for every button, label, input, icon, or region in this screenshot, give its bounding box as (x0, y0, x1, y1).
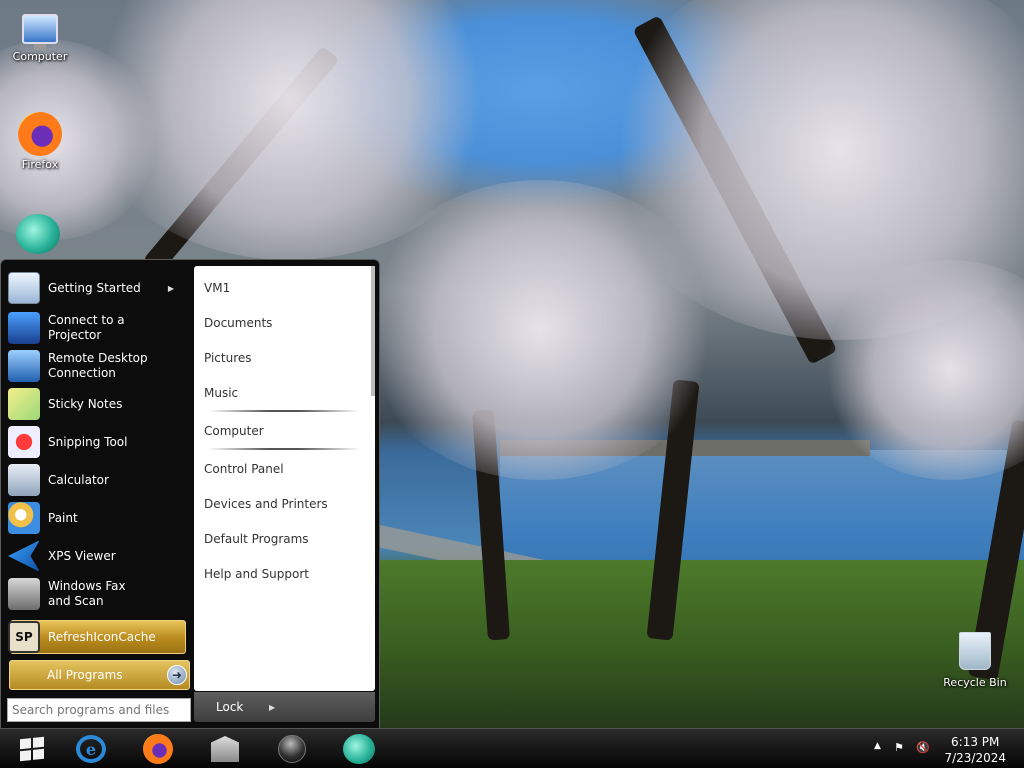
internet-explorer-icon: e (76, 735, 106, 763)
place-music[interactable]: Music (204, 386, 238, 400)
program-refresh-icon-cache[interactable]: SP RefreshIconCache (8, 619, 188, 655)
program-remote-desktop[interactable]: Remote Desktop Connection (8, 348, 188, 384)
program-paint[interactable]: Paint (8, 500, 188, 536)
getting-started-icon (8, 272, 40, 304)
place-control-panel[interactable]: Control Panel (204, 462, 284, 476)
desktop-icon-computer[interactable]: Computer (0, 14, 80, 63)
windows-logo-icon (20, 736, 44, 762)
system-tray: ▲ ⚑ 🔇 6:13 PM 7/23/2024 (864, 729, 1024, 768)
taskbar-internet-explorer[interactable]: e (66, 731, 116, 767)
start-menu: Getting Started ▶ Connect to a Projector… (0, 259, 380, 728)
places-scrollbar[interactable] (371, 266, 375, 396)
submenu-arrow-icon: ▶ (167, 284, 174, 293)
desktop-icon-firefox[interactable]: Firefox (0, 112, 80, 171)
place-user-folder[interactable]: VM1 (204, 281, 230, 295)
program-label: Sticky Notes (48, 396, 123, 411)
volume-muted-icon[interactable]: 🔇 (916, 741, 930, 754)
program-label: Getting Started (48, 280, 141, 295)
remote-desktop-icon (8, 350, 40, 382)
power-options-arrow-icon[interactable]: ▶ (269, 703, 275, 712)
place-pictures[interactable]: Pictures (204, 351, 252, 365)
firefox-icon (143, 734, 173, 764)
taskbar-library[interactable] (200, 731, 250, 767)
all-programs-button[interactable]: All Programs ➜ (9, 660, 190, 690)
place-devices-and-printers[interactable]: Devices and Printers (204, 497, 328, 511)
firefox-icon (18, 112, 62, 156)
media-ball-icon (278, 735, 306, 763)
snipping-tool-icon (8, 426, 40, 458)
start-search-input[interactable] (7, 698, 191, 722)
xps-viewer-icon (8, 540, 40, 572)
projector-icon (8, 312, 40, 344)
refresh-icon-cache-icon: SP (8, 621, 40, 653)
action-center-flag-icon[interactable]: ⚑ (894, 741, 904, 754)
library-icon (211, 736, 239, 762)
computer-icon (22, 14, 58, 50)
place-documents[interactable]: Documents (204, 316, 272, 330)
program-sticky-notes[interactable]: Sticky Notes (8, 386, 188, 422)
power-bar: Lock ▶ (194, 692, 375, 722)
program-getting-started[interactable]: Getting Started ▶ (8, 270, 188, 306)
program-label: XPS Viewer (48, 548, 116, 563)
program-label: Windows Fax and Scan (48, 579, 126, 608)
wallpaper-blossom (360, 180, 720, 480)
taskbar-app-orb[interactable] (334, 731, 384, 767)
arrow-right-icon: ➜ (167, 665, 187, 685)
desktop-icon-label: Firefox (21, 158, 59, 171)
desktop-icon-recycle-bin[interactable]: Recycle Bin (935, 632, 1015, 689)
sticky-notes-icon (8, 388, 40, 420)
program-snipping-tool[interactable]: Snipping Tool (8, 424, 188, 460)
fax-scan-icon (8, 578, 40, 610)
desktop-icon-label: Recycle Bin (943, 676, 1007, 689)
desktop-icon-app-orb[interactable] (0, 214, 78, 256)
program-label: Calculator (48, 472, 109, 487)
recycle-bin-icon (959, 632, 991, 670)
app-orb-icon (343, 734, 375, 764)
clock-time: 6:13 PM (951, 735, 1000, 749)
start-button[interactable] (8, 731, 56, 767)
start-menu-programs-pane: Getting Started ▶ Connect to a Projector… (4, 266, 191, 666)
program-label: RefreshIconCache (48, 629, 156, 644)
all-programs-label: All Programs (47, 668, 123, 682)
start-menu-places-pane: VM1 Documents Pictures Music Computer Co… (194, 266, 375, 691)
program-label: Connect to a Projector (48, 313, 125, 342)
program-connect-to-projector[interactable]: Connect to a Projector (8, 310, 188, 346)
program-calculator[interactable]: Calculator (8, 462, 188, 498)
taskbar-firefox[interactable] (133, 731, 183, 767)
program-label: Snipping Tool (48, 434, 128, 449)
taskbar-media-ball[interactable] (267, 731, 317, 767)
paint-icon (8, 502, 40, 534)
clock[interactable]: 6:13 PM 7/23/2024 (944, 734, 1006, 766)
lock-button[interactable]: Lock (216, 700, 243, 714)
places-separator (208, 410, 360, 412)
program-label: Paint (48, 510, 78, 525)
program-xps-viewer[interactable]: XPS Viewer (8, 538, 188, 574)
wallpaper-grass (380, 560, 1024, 728)
places-separator (208, 448, 360, 450)
calculator-icon (8, 464, 40, 496)
program-label: Remote Desktop Connection (48, 351, 148, 380)
app-orb-icon (16, 214, 60, 254)
place-default-programs[interactable]: Default Programs (204, 532, 309, 546)
desktop-icon-label: Computer (12, 50, 68, 63)
program-fax-and-scan[interactable]: Windows Fax and Scan (8, 576, 188, 612)
place-help-and-support[interactable]: Help and Support (204, 567, 309, 581)
clock-date: 7/23/2024 (944, 751, 1006, 765)
taskbar: e ▲ ⚑ 🔇 6:13 PM 7/23/2024 (0, 728, 1024, 768)
show-hidden-icons-icon[interactable]: ▲ (874, 741, 881, 751)
place-computer[interactable]: Computer (204, 424, 264, 438)
